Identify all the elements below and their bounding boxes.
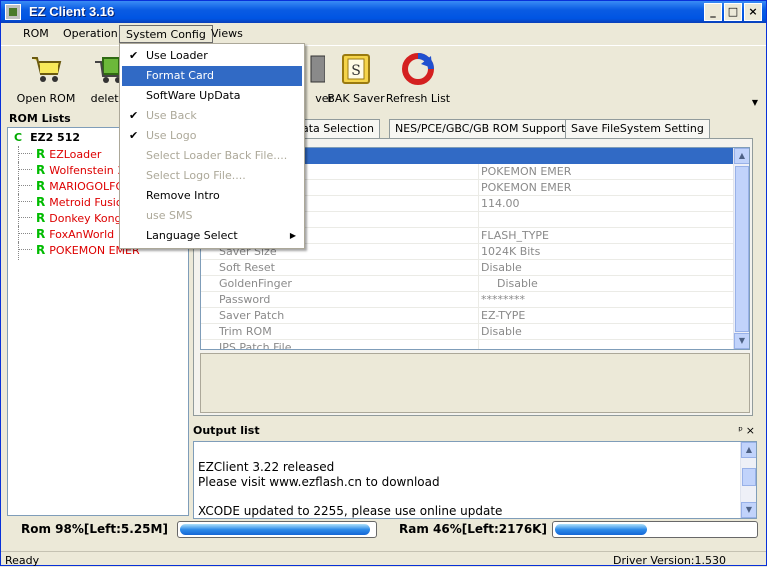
check-icon: ✔ — [129, 49, 139, 62]
open-rom-label: Open ROM — [16, 92, 76, 105]
rom-marker: R — [36, 243, 46, 257]
rom-marker: R — [36, 195, 46, 209]
rom-marker: R — [36, 179, 46, 193]
log-line: EZClient 3.22 released — [198, 460, 335, 474]
menu-views[interactable]: Views — [205, 25, 249, 43]
menu-item-format-card[interactable]: Format Card — [122, 66, 302, 86]
scroll-up-icon[interactable]: ▲ — [741, 442, 756, 458]
output-title: Output list — [193, 424, 260, 437]
card-marker: C — [14, 131, 23, 144]
grid-scrollbar[interactable]: ▲ ▼ — [733, 148, 749, 349]
scroll-up-icon[interactable]: ▲ — [734, 148, 749, 164]
memory-status: Rom 98%[Left:5.25M] Ram 46%[Left:2176K] — [1, 518, 766, 542]
main-window: EZ Client 3.16 _ □ × ROM Operation Syste… — [0, 0, 767, 567]
log-line: Please visit www.ezflash.cn to download — [198, 475, 440, 489]
status-text: Ready — [5, 554, 40, 567]
driver-version: Driver Version:1.530 — [613, 554, 726, 567]
rom-marker: R — [36, 211, 46, 225]
rom-marker: R — [36, 147, 46, 161]
rom-item[interactable]: R Donkey Kong C — [18, 210, 133, 226]
output-log[interactable]: EZClient 3.22 released Please visit www.… — [193, 441, 757, 519]
output-header: Output list ᵖ × — [193, 423, 757, 439]
menu-item-select-logo-file[interactable]: Select Logo File.... — [122, 166, 302, 186]
output-scrollbar[interactable]: ▲ ▼ — [740, 442, 756, 518]
toolbar-overflow-icon[interactable]: ▼ — [752, 98, 758, 107]
menu-item-software-update[interactable]: SoftWare UpData — [122, 86, 302, 106]
close-output-icon[interactable]: × — [746, 423, 755, 439]
menu-item-use-sms[interactable]: use SMS — [122, 206, 302, 226]
rom-usage-label: Rom 98%[Left:5.25M] — [21, 522, 168, 536]
scroll-down-icon[interactable]: ▼ — [741, 502, 756, 518]
property-row[interactable]: Password ******** — [201, 292, 734, 308]
submenu-arrow-icon: ▶ — [289, 231, 296, 240]
menu-item-use-loader[interactable]: ✔ Use Loader — [122, 46, 302, 66]
refresh-icon — [402, 53, 434, 85]
app-icon — [5, 4, 21, 20]
menu-item-language-select[interactable]: Language Select ▶ — [122, 226, 302, 246]
menu-system-config[interactable]: System Config — [119, 25, 213, 43]
property-description — [200, 353, 750, 413]
pin-icon[interactable]: ᵖ — [738, 423, 743, 439]
bak-saver-label: BAK Saver — [327, 92, 385, 105]
title-bar[interactable]: EZ Client 3.16 _ □ × — [1, 1, 766, 23]
bak-saver-icon: S — [342, 54, 370, 84]
tree-root-label: EZ2 512 — [30, 131, 81, 144]
check-icon: ✔ — [129, 109, 139, 122]
rom-name: FoxAnWorld — [49, 228, 115, 241]
scroll-down-icon[interactable]: ▼ — [734, 333, 749, 349]
menu-item-use-back[interactable]: ✔ Use Back — [122, 106, 302, 126]
property-row[interactable]: Trim ROM Disable — [201, 324, 734, 340]
rom-item[interactable]: R MARIOGOLFGB — [18, 178, 132, 194]
property-row[interactable]: IPS Patch File — [201, 340, 734, 349]
tab-rom-support[interactable]: NES/PCE/GBC/GB ROM Support — [389, 119, 572, 139]
status-bar: Ready Driver Version:1.530 — [1, 551, 766, 567]
refresh-list-label: Refresh List — [385, 92, 451, 105]
rom-name: EZLoader — [49, 148, 102, 161]
tab-save-filesystem[interactable]: Save FileSystem Setting — [565, 119, 710, 139]
rom-name: Metroid Fusion — [49, 196, 130, 209]
rom-usage-fill — [180, 524, 370, 535]
scroll-thumb[interactable] — [735, 166, 749, 332]
rom-item[interactable]: R Wolfenstein 3D — [18, 162, 133, 178]
output-pane: Output list ᵖ × EZClient 3.22 released P… — [193, 423, 757, 519]
rom-marker: R — [36, 163, 46, 177]
ram-usage-bar — [552, 521, 758, 538]
scroll-thumb[interactable] — [742, 468, 756, 486]
log-line: XCODE updated to 2255, please use online… — [198, 504, 503, 518]
menu-item-remove-intro[interactable]: Remove Intro — [122, 186, 302, 206]
window-title: EZ Client 3.16 — [29, 4, 115, 19]
open-rom-button[interactable]: Open ROM — [13, 48, 79, 106]
menu-rom[interactable]: ROM — [17, 25, 55, 43]
refresh-list-button[interactable]: Refresh List — [385, 48, 451, 106]
svg-text:S: S — [351, 63, 361, 79]
minimize-button[interactable]: _ — [704, 3, 722, 21]
bak-saver-button[interactable]: S BAK Saver — [323, 48, 389, 106]
menu-item-use-logo[interactable]: ✔ Use Logo — [122, 126, 302, 146]
rom-item[interactable]: R Metroid Fusion — [18, 194, 130, 210]
rom-item[interactable]: R FoxAnWorld — [18, 226, 114, 242]
ram-usage-fill — [555, 524, 647, 535]
cart-icon — [32, 57, 62, 82]
menu-item-select-loader-back-file[interactable]: Select Loader Back File.... — [122, 146, 302, 166]
maximize-button[interactable]: □ — [724, 3, 742, 21]
close-button[interactable]: × — [744, 3, 762, 21]
property-row[interactable]: Saver Patch EZ-TYPE — [201, 308, 734, 324]
system-config-menu: ✔ Use Loader Format Card SoftWare UpData … — [119, 43, 305, 249]
menu-operation[interactable]: Operation — [57, 25, 124, 43]
toolbar: Open ROM delete ver S BAK Saver Refresh … — [1, 45, 766, 107]
rom-usage-bar — [177, 521, 377, 538]
check-icon: ✔ — [129, 129, 139, 142]
property-row[interactable]: GoldenFinger Disable — [201, 276, 734, 292]
property-row[interactable]: Soft Reset Disable — [201, 260, 734, 276]
rom-item[interactable]: R EZLoader — [18, 146, 101, 162]
tree-root[interactable]: C EZ2 512 — [14, 130, 80, 146]
rom-marker: R — [36, 227, 46, 241]
menu-bar: ROM Operation System Config Views — [1, 23, 766, 44]
ram-usage-label: Ram 46%[Left:2176K] — [399, 522, 547, 536]
